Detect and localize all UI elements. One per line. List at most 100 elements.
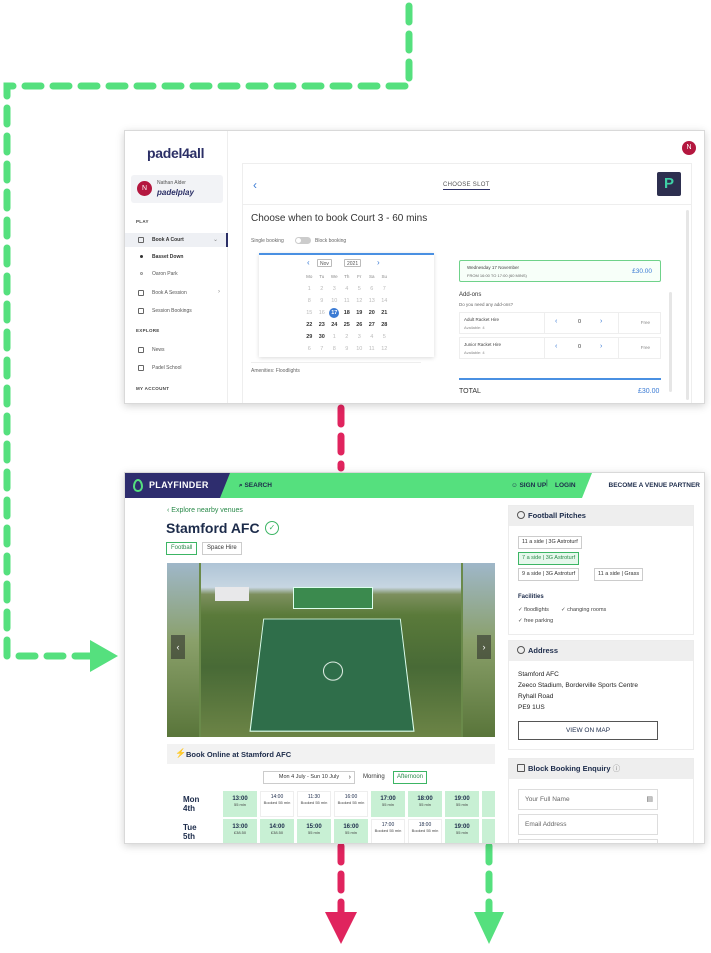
year-select[interactable]: 2021 (344, 259, 362, 267)
day-number: 3 (357, 334, 361, 340)
top-nav: PLAYFINDER ⌕ SEARCH ☺ SIGN UP | LOGIN BE… (125, 473, 704, 498)
view-on-map-button[interactable]: VIEW ON MAP (518, 721, 658, 740)
selected-slot-card[interactable]: Wednesday 17 November FROM 16:00 TO 17:0… (459, 260, 661, 282)
login-link[interactable]: LOGIN (555, 482, 576, 489)
sidebar-item-oaron-park[interactable]: Oaron Park (125, 267, 228, 281)
calendar-day[interactable]: 24 (328, 319, 341, 331)
brand-edge (220, 473, 230, 498)
page-scrollbar[interactable] (686, 210, 689, 400)
facility-label: floodlights (524, 607, 549, 613)
calendar-day[interactable]: 23 (316, 319, 329, 331)
carousel-next-icon[interactable]: › (477, 635, 491, 659)
calendar-day[interactable]: 25 (341, 319, 354, 331)
day-number: 12 (356, 298, 363, 304)
profile-badge[interactable]: N (682, 141, 696, 155)
booking-type-toggle[interactable] (295, 237, 311, 244)
prev-month-icon[interactable]: ‹ (307, 258, 310, 267)
playfinder-logo[interactable]: PLAYFINDER (125, 473, 220, 498)
full-name-field[interactable]: Your Full Name ▤ (518, 789, 658, 810)
calendar-day[interactable]: 20 (366, 307, 379, 319)
calendar-day[interactable]: 22 (303, 319, 316, 331)
timeslot-booked: 16:00 Booked 55 min (334, 791, 368, 817)
filter-afternoon[interactable]: Afternoon (393, 771, 428, 784)
week-selector[interactable]: Mon 4 July - Sun 10 July › (263, 771, 355, 784)
user-card[interactable]: N Nathan Alder padelplay (131, 175, 223, 203)
timeslot-partial[interactable] (482, 819, 495, 843)
calendar-day[interactable]: 18 (341, 307, 354, 319)
day-number: 17 (329, 308, 340, 318)
venue-photo-carousel[interactable]: ‹ › (167, 563, 495, 737)
timeslot-open[interactable]: 18:00 55 min (408, 791, 442, 817)
panel-scrollbar[interactable] (669, 292, 672, 392)
address-card: Address Stamford AFC Zeeco Stadium, Bord… (508, 640, 694, 750)
next-field[interactable] (518, 839, 658, 843)
increment-icon[interactable]: › (600, 318, 602, 325)
padel-logo[interactable]: padel4all (147, 145, 205, 161)
signup-link[interactable]: ☺ SIGN UP (511, 482, 546, 489)
address-title: Address (528, 646, 559, 655)
sidebar-item-session-bookings[interactable]: Session Bookings (125, 304, 228, 318)
pitch-option[interactable]: 7 a side | 3G Astroturf (518, 552, 580, 565)
explore-link[interactable]: ‹ Explore nearby venues (167, 507, 243, 514)
calendar-day[interactable]: 17 (328, 307, 341, 319)
timeslot-open[interactable]: 13:00 55 min (223, 791, 257, 817)
calendar-day: 5 (353, 283, 366, 295)
email-field[interactable]: Email Address (518, 814, 658, 835)
timeslot-open[interactable]: 17:00 55 min (371, 791, 405, 817)
calendar-day[interactable]: 26 (353, 319, 366, 331)
timeslot-open[interactable]: 19:00 55 min (445, 819, 479, 843)
day-name: Tue (183, 823, 197, 832)
calendar-day: 6 (303, 343, 316, 355)
back-chevron-icon[interactable]: ‹ (253, 178, 257, 192)
day-label: Tue 5th (183, 823, 197, 841)
timeslot-open[interactable]: 16:00 55 min (334, 819, 368, 843)
sidebar-item-padel-school[interactable]: Padel School (125, 361, 228, 375)
news-icon (138, 347, 144, 353)
addon-quantity[interactable]: 0 (578, 344, 581, 350)
calendar-day[interactable]: 30 (316, 331, 329, 343)
sidebar-item-book-session[interactable]: Book A Session › (125, 286, 228, 300)
calendar-day: 2 (341, 331, 354, 343)
day-number: 6 (370, 286, 374, 292)
info-icon[interactable]: ⓘ (613, 764, 621, 773)
day-number: 27 (368, 322, 375, 328)
day-number: 1 (307, 286, 311, 292)
decrement-icon[interactable]: ‹ (555, 318, 557, 325)
addon-name: Adult Racket Hire (464, 317, 500, 322)
tag-space-hire[interactable]: Space Hire (202, 542, 242, 555)
search-link[interactable]: ⌕ SEARCH (239, 482, 272, 490)
user-brand: padelplay (157, 188, 194, 197)
calendar-day[interactable]: 21 (378, 307, 391, 319)
carousel-prev-icon[interactable]: ‹ (171, 635, 185, 659)
calendar-day[interactable]: 19 (353, 307, 366, 319)
calendar-day[interactable]: 29 (303, 331, 316, 343)
weekday-label: We (330, 274, 338, 279)
calendar-day: 1 (303, 283, 316, 295)
card-header: Address (509, 641, 693, 661)
month-select[interactable]: Nov (317, 259, 332, 267)
full-name-placeholder: Your Full Name (525, 796, 570, 803)
calendar-day: 15 (303, 307, 316, 319)
increment-icon[interactable]: › (600, 343, 602, 350)
timeslot-partial[interactable] (482, 791, 495, 817)
tag-football[interactable]: Football (166, 542, 198, 555)
calendar-day[interactable]: 28 (378, 319, 391, 331)
timeslot-open[interactable]: 19:00 55 min (445, 791, 479, 817)
filter-morning[interactable]: Morning (360, 771, 388, 784)
day-name: Mon (183, 795, 200, 804)
sidebar-item-basset-down[interactable]: Basset Down (125, 250, 228, 264)
venue-partner-link[interactable]: BECOME A VENUE PARTNER (592, 473, 704, 498)
timeslot-open[interactable]: 15:00 55 min (297, 819, 331, 843)
pitch-option[interactable]: 9 a side | 3G Astroturf (518, 568, 580, 581)
pitch-option[interactable]: 11 a side | Grass (594, 568, 644, 581)
sidebar-item-book-court[interactable]: Book A Court ⌄ (125, 233, 228, 247)
sidebar-item-news[interactable]: News (125, 343, 228, 357)
decrement-icon[interactable]: ‹ (555, 343, 557, 350)
calendar-day[interactable]: 27 (366, 319, 379, 331)
timeslot-open[interactable]: 14:00 £38.50 (260, 819, 294, 843)
next-month-icon[interactable]: › (377, 258, 380, 267)
weekday-label: Fr (357, 274, 362, 279)
pitch-option[interactable]: 11 a side | 3G Astroturf (518, 536, 582, 549)
addon-quantity[interactable]: 0 (578, 319, 581, 325)
timeslot-open[interactable]: 13:00 £38.50 (223, 819, 257, 843)
